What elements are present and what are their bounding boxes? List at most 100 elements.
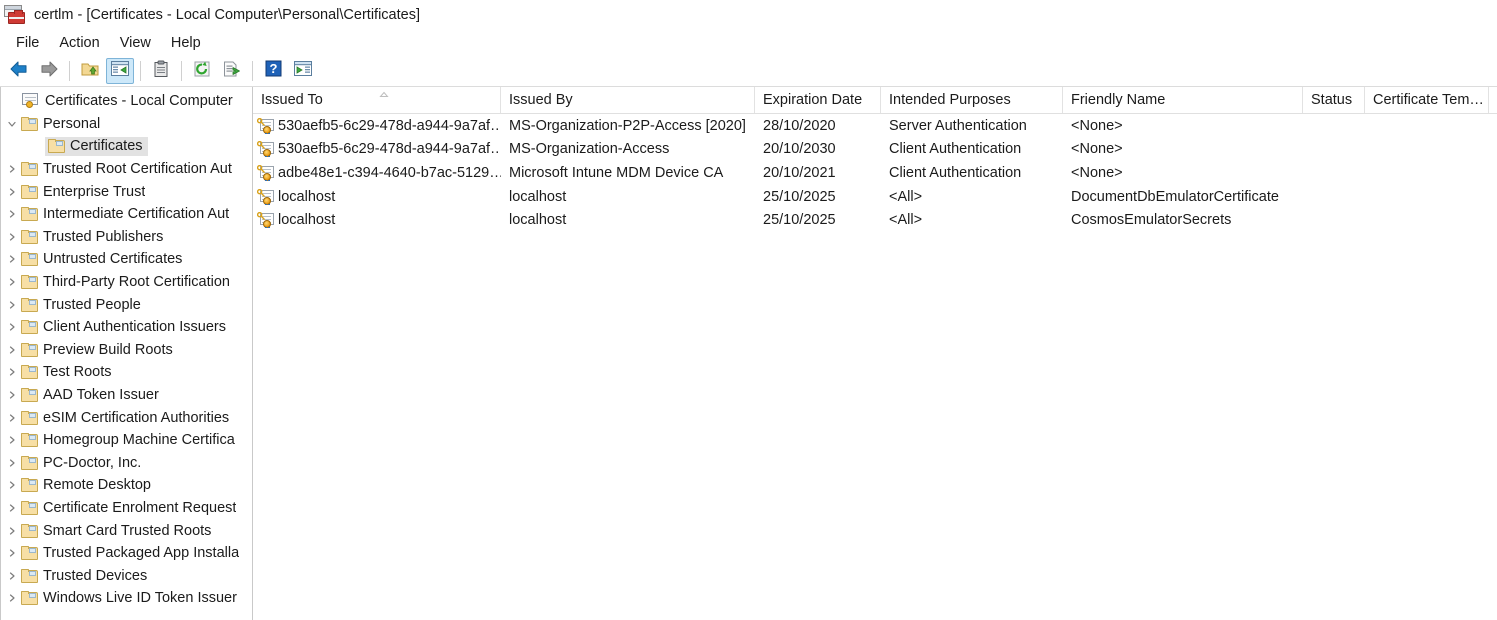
menu-item-file[interactable]: File xyxy=(6,32,49,54)
tree-item-certificates-local-computer[interactable]: Certificates - Local Computer xyxy=(1,90,252,113)
show-action-pane-button[interactable] xyxy=(289,58,317,84)
chevron-right-icon[interactable] xyxy=(3,345,21,355)
tree-item-homegroup-machine-certifica[interactable]: Homegroup Machine Certifica xyxy=(1,429,252,452)
column-header-issued-by[interactable]: Issued By xyxy=(501,87,755,113)
cell-text: 20/10/2021 xyxy=(763,164,836,181)
toolbar-separator-3 xyxy=(181,61,182,81)
show-hide-console-tree-button[interactable] xyxy=(106,58,134,84)
certificate-row[interactable]: localhost localhost 25/10/2025 <All> CosmosE… xyxy=(253,208,1497,232)
cell-text: localhost xyxy=(509,212,567,229)
tree-item-label: Trusted Root Certification Aut xyxy=(43,161,232,178)
tree-item-content: Certificate Enrolment Request xyxy=(21,500,236,516)
tree-item-enterprise-trust[interactable]: Enterprise Trust xyxy=(1,180,252,203)
tree-item-trusted-root-certification-aut[interactable]: Trusted Root Certification Aut xyxy=(1,158,252,181)
tree-item-label: Smart Card Trusted Roots xyxy=(43,522,212,539)
chevron-right-icon[interactable] xyxy=(3,277,21,287)
chevron-right-icon[interactable] xyxy=(3,322,21,332)
chevron-right-icon[interactable] xyxy=(3,526,21,536)
tree-item-content: AAD Token Issuer xyxy=(21,387,159,403)
cell-text: Client Authentication xyxy=(889,164,1022,181)
menu-item-view[interactable]: View xyxy=(110,32,161,54)
chevron-right-icon[interactable] xyxy=(3,435,21,445)
tree-item-test-roots[interactable]: Test Roots xyxy=(1,361,252,384)
folder-icon xyxy=(21,591,38,606)
certificate-icon xyxy=(257,164,275,181)
tree-item-client-authentication-issuers[interactable]: Client Authentication Issuers xyxy=(1,316,252,339)
tree-item-certificates[interactable]: Certificates xyxy=(1,135,252,158)
chevron-right-icon[interactable] xyxy=(3,254,21,264)
column-header-friendly-name[interactable]: Friendly Name xyxy=(1063,87,1303,113)
chevron-right-icon[interactable] xyxy=(3,164,21,174)
tree-item-remote-desktop[interactable]: Remote Desktop xyxy=(1,474,252,497)
toolbar: ? xyxy=(0,56,1497,87)
column-header-certificate-tem[interactable]: Certificate Tem… xyxy=(1365,87,1489,113)
menu-item-help[interactable]: Help xyxy=(161,32,211,54)
tree-item-trusted-publishers[interactable]: Trusted Publishers xyxy=(1,226,252,249)
tree-item-trusted-people[interactable]: Trusted People xyxy=(1,293,252,316)
certificate-row[interactable]: localhost localhost 25/10/2025 <All> Documen… xyxy=(253,185,1497,209)
tree-item-untrusted-certificates[interactable]: Untrusted Certificates xyxy=(1,248,252,271)
certificate-row[interactable]: adbe48e1-c394-4640-b7ac-5129… Microsoft I… xyxy=(253,161,1497,185)
chevron-down-icon[interactable] xyxy=(3,119,21,129)
console-tree-icon xyxy=(110,60,130,82)
tree-item-smart-card-trusted-roots[interactable]: Smart Card Trusted Roots xyxy=(1,519,252,542)
forward-button[interactable] xyxy=(35,58,63,84)
cell-text: <None> xyxy=(1071,117,1123,134)
svg-text:?: ? xyxy=(269,61,277,76)
tree-item-selected-highlight: Certificates xyxy=(45,136,148,156)
chevron-right-icon[interactable] xyxy=(3,548,21,558)
console-tree-pane[interactable]: Certificates - Local Computer Personal Ce… xyxy=(0,87,253,620)
tree-item-esim-certification-authorities[interactable]: eSIM Certification Authorities xyxy=(1,406,252,429)
chevron-right-icon[interactable] xyxy=(3,571,21,581)
tree-item-preview-build-roots[interactable]: Preview Build Roots xyxy=(1,339,252,362)
column-header-issued-to[interactable]: Issued To xyxy=(253,87,501,113)
tree-item-certificate-enrolment-request[interactable]: Certificate Enrolment Request xyxy=(1,497,252,520)
chevron-right-icon[interactable] xyxy=(3,232,21,242)
tree-item-trusted-devices[interactable]: Trusted Devices xyxy=(1,564,252,587)
chevron-right-icon[interactable] xyxy=(3,458,21,468)
folder-icon xyxy=(21,252,38,267)
back-button[interactable] xyxy=(5,58,33,84)
tree-item-windows-live-id-token-issuer[interactable]: Windows Live ID Token Issuer xyxy=(1,587,252,610)
folder-icon xyxy=(21,162,38,177)
help-button[interactable]: ? xyxy=(259,58,287,84)
properties-button[interactable] xyxy=(147,58,175,84)
tree-item-aad-token-issuer[interactable]: AAD Token Issuer xyxy=(1,384,252,407)
tree-item-label: Trusted People xyxy=(43,296,141,313)
cell-intended_purposes: Server Authentication xyxy=(881,118,1063,134)
export-list-button[interactable] xyxy=(218,58,246,84)
tree-item-trusted-packaged-app-installa[interactable]: Trusted Packaged App Installa xyxy=(1,542,252,565)
cell-text: 20/10/2030 xyxy=(763,141,836,158)
chevron-right-icon[interactable] xyxy=(3,209,21,219)
cell-text: <All> xyxy=(889,188,923,205)
certificates-list-pane[interactable]: Issued To Issued By Expiration Date Intende… xyxy=(253,87,1497,620)
column-header-expiration-date[interactable]: Expiration Date xyxy=(755,87,881,113)
tree-item-content: Remote Desktop xyxy=(21,477,151,493)
tree-item-intermediate-certification-aut[interactable]: Intermediate Certification Aut xyxy=(1,203,252,226)
tree-item-third-party-root-certification[interactable]: Third-Party Root Certification xyxy=(1,271,252,294)
chevron-right-icon[interactable] xyxy=(3,390,21,400)
tree-item-pc-doctor-inc[interactable]: PC-Doctor, Inc. xyxy=(1,452,252,475)
certificates-list-body: 530aefb5-6c29-478d-a944-9a7af… MS-Organiz… xyxy=(253,114,1497,232)
menu-item-action[interactable]: Action xyxy=(49,32,109,54)
toolbar-separator-4 xyxy=(252,61,253,81)
cell-text: 530aefb5-6c29-478d-a944-9a7af… xyxy=(278,141,501,158)
chevron-right-icon[interactable] xyxy=(3,300,21,310)
chevron-right-icon[interactable] xyxy=(3,367,21,377)
column-header-intended-purposes[interactable]: Intended Purposes xyxy=(881,87,1063,113)
toolbar-separator-2 xyxy=(140,61,141,81)
chevron-right-icon[interactable] xyxy=(3,593,21,603)
refresh-button[interactable] xyxy=(188,58,216,84)
up-one-level-button[interactable] xyxy=(76,58,104,84)
chevron-right-icon[interactable] xyxy=(3,480,21,490)
certificate-row[interactable]: 530aefb5-6c29-478d-a944-9a7af… MS-Organiz… xyxy=(253,138,1497,162)
chevron-right-icon[interactable] xyxy=(3,187,21,197)
chevron-right-icon[interactable] xyxy=(3,413,21,423)
cell-text: Microsoft Intune MDM Device CA xyxy=(509,164,724,181)
certificate-row[interactable]: 530aefb5-6c29-478d-a944-9a7af… MS-Organiz… xyxy=(253,114,1497,138)
chevron-right-icon[interactable] xyxy=(3,503,21,513)
column-header-status[interactable]: Status xyxy=(1303,87,1365,113)
tree-item-personal[interactable]: Personal xyxy=(1,113,252,136)
cell-friendly_name: DocumentDbEmulatorCertificate xyxy=(1063,189,1303,205)
cell-intended_purposes: Client Authentication xyxy=(881,165,1063,181)
